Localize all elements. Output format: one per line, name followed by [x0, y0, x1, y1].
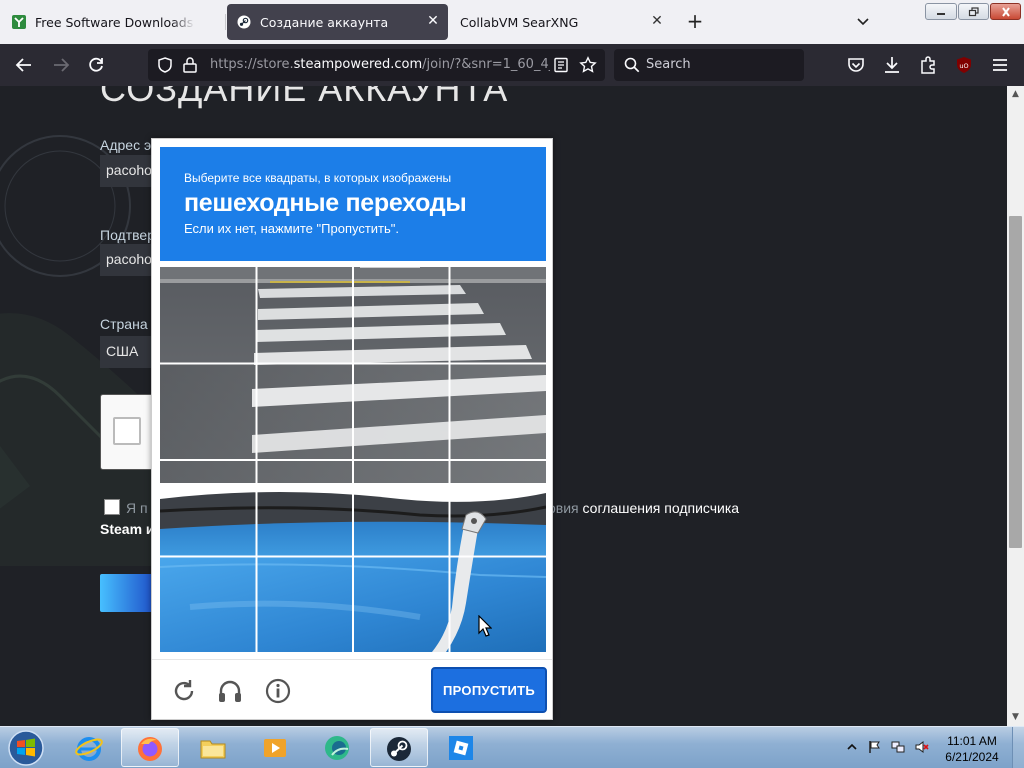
- page-title: СОЗДАНИЕ АККАУНТА: [100, 86, 509, 109]
- scrollbar-thumb[interactable]: [1009, 216, 1022, 548]
- taskbar-file-explorer[interactable]: [184, 728, 242, 767]
- country-label: Страна: [100, 316, 148, 332]
- search-icon: [624, 57, 640, 73]
- url-prefix: https://store.: [210, 57, 294, 72]
- hamburger-menu-icon[interactable]: [990, 55, 1010, 75]
- address-bar[interactable]: https://store.steampowered.com/join/?&sn…: [148, 49, 605, 81]
- new-tab-button[interactable]: +: [684, 11, 706, 33]
- mouse-cursor-icon: [478, 615, 492, 637]
- agree-text-line2: Steam и: [100, 521, 155, 537]
- restore-button[interactable]: [958, 3, 989, 20]
- clock-time: 11:01 AM: [947, 734, 997, 748]
- confirm-email-label: Подтвер: [100, 227, 155, 243]
- search-placeholder: Search: [646, 57, 691, 72]
- hcaptcha-checkbox[interactable]: [113, 417, 141, 445]
- email-label: Адрес э: [100, 137, 152, 153]
- taskbar-app-circle[interactable]: [308, 728, 366, 767]
- search-bar[interactable]: Search: [614, 49, 804, 81]
- subscriber-agreement-link[interactable]: соглашения подписчика: [583, 500, 740, 516]
- prompt-hint: Если их нет, нажмите "Пропустить".: [184, 221, 400, 236]
- refresh-icon[interactable]: [170, 677, 198, 705]
- crosswalk-photo: [160, 267, 546, 652]
- steam-favicon-icon: [237, 15, 251, 29]
- firefox-icon: [138, 737, 162, 761]
- taskbar-media-player[interactable]: [246, 728, 304, 767]
- footer-divider: [152, 659, 552, 660]
- close-window-button[interactable]: [990, 3, 1021, 20]
- tab-divider: [225, 14, 226, 30]
- media-player-icon: [264, 739, 286, 757]
- list-all-tabs-icon[interactable]: [855, 14, 871, 30]
- challenge-prompt: Выберите все квадраты, в которых изображ…: [160, 147, 546, 261]
- system-clock[interactable]: 11:01 AM 6/21/2024: [942, 733, 1002, 765]
- taskbar-internet-explorer[interactable]: [60, 728, 118, 767]
- pocket-icon[interactable]: [846, 55, 866, 75]
- folder-icon: [200, 740, 226, 759]
- tab-title: Создание аккаунта: [260, 14, 389, 30]
- lock-icon[interactable]: [182, 56, 198, 74]
- scroll-down-arrow-icon[interactable]: ▼: [1007, 709, 1024, 726]
- hcaptcha-challenge: Выберите все квадраты, в которых изображ…: [151, 138, 553, 720]
- reload-icon[interactable]: [86, 55, 106, 75]
- challenge-image-grid: [160, 267, 546, 652]
- browser-toolbar: https://store.steampowered.com/join/?&sn…: [0, 44, 1024, 86]
- url-path: /join/?&snr=1_60_4__: [422, 57, 550, 72]
- info-icon[interactable]: [264, 677, 292, 705]
- show-hidden-icons-chevron-icon[interactable]: [845, 740, 859, 754]
- ublock-origin-icon[interactable]: uO: [954, 55, 974, 75]
- agree-text-tail: овия соглашения подписчика: [548, 500, 739, 516]
- extensions-icon[interactable]: [918, 55, 938, 75]
- steam-icon: [387, 737, 411, 761]
- forward-arrow-icon[interactable]: [51, 55, 71, 75]
- tab-collabvm-searxng[interactable]: CollabVM SearXNG ✕: [450, 4, 672, 40]
- action-center-flag-icon[interactable]: [867, 740, 881, 754]
- scroll-up-arrow-icon[interactable]: ▲: [1007, 86, 1024, 103]
- taskbar-roblox[interactable]: [432, 728, 490, 767]
- agree-text: Я п: [126, 500, 148, 516]
- bookmark-star-icon[interactable]: [579, 56, 597, 74]
- screen: Free Software Downloads and R Создание а…: [0, 0, 1024, 768]
- windows-start-orb-icon[interactable]: [4, 728, 48, 768]
- agree-checkbox[interactable]: [104, 499, 120, 515]
- network-icon[interactable]: [891, 740, 905, 754]
- internet-explorer-icon: [75, 737, 103, 761]
- app-circle-icon: [325, 736, 349, 760]
- skip-button[interactable]: ПРОПУСТИТЬ: [431, 667, 547, 713]
- downloads-icon[interactable]: [882, 55, 902, 75]
- tab-title: Free Software Downloads and R: [35, 14, 195, 30]
- majorgeeks-favicon-icon: [12, 15, 26, 29]
- tab-create-account[interactable]: Создание аккаунта ✕: [227, 4, 448, 40]
- minimize-button[interactable]: [925, 3, 957, 20]
- tab-title: CollabVM SearXNG: [460, 14, 579, 30]
- svg-text:uO: uO: [959, 62, 968, 70]
- show-desktop-button[interactable]: [1012, 727, 1024, 768]
- reader-view-icon[interactable]: [553, 57, 569, 73]
- back-arrow-icon[interactable]: [14, 55, 34, 75]
- taskbar-firefox[interactable]: [121, 728, 179, 767]
- url-domain: steampowered.com: [293, 57, 423, 72]
- browser-tabbar: Free Software Downloads and R Создание а…: [0, 0, 1024, 44]
- prompt-target: пешеходные переходы: [184, 189, 467, 217]
- close-tab-icon[interactable]: ✕: [650, 14, 664, 28]
- url-text[interactable]: https://store.steampowered.com/join/?&sn…: [210, 57, 550, 72]
- volume-muted-icon[interactable]: [915, 740, 929, 754]
- audio-challenge-headphones-icon[interactable]: [216, 677, 244, 705]
- roblox-icon: [449, 736, 473, 760]
- clock-date: 6/21/2024: [945, 750, 999, 764]
- prompt-instruction: Выберите все квадраты, в которых изображ…: [184, 171, 452, 185]
- close-tab-icon[interactable]: ✕: [426, 14, 440, 28]
- windows-taskbar: 11:01 AM 6/21/2024: [0, 726, 1024, 768]
- tab-free-software[interactable]: Free Software Downloads and R: [2, 4, 224, 40]
- taskbar-steam[interactable]: [370, 728, 428, 767]
- shield-icon[interactable]: [156, 56, 174, 74]
